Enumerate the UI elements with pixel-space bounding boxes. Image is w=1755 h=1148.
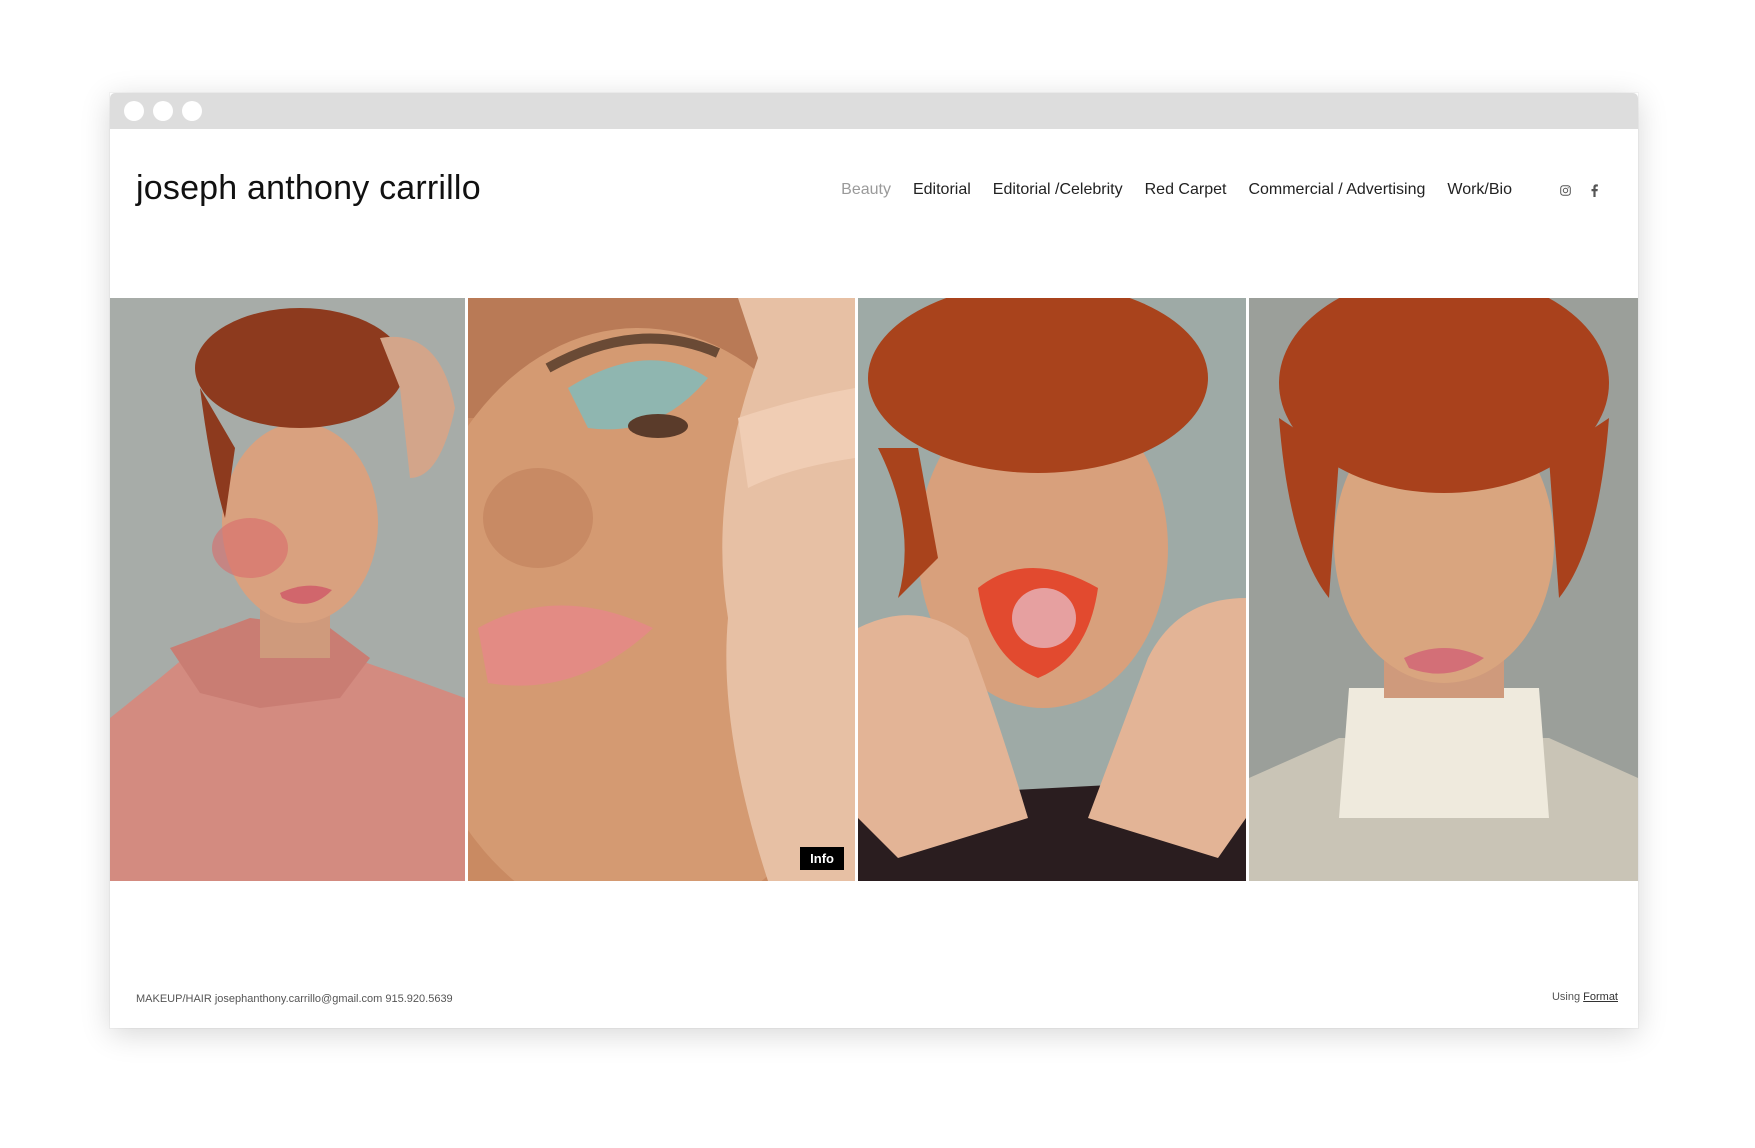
portrait-image bbox=[468, 298, 855, 881]
footer-using-label: Using bbox=[1551, 991, 1581, 1003]
nav-item-beauty[interactable]: Beauty bbox=[841, 181, 891, 199]
browser-titlebar bbox=[110, 93, 1638, 129]
browser-window: joseph anthony carrillo Beauty Editorial… bbox=[110, 93, 1638, 1028]
portrait-image bbox=[858, 298, 1246, 881]
instagram-icon[interactable] bbox=[1560, 184, 1571, 196]
window-close-dot[interactable] bbox=[124, 101, 144, 121]
site-title[interactable]: joseph anthony carrillo bbox=[136, 169, 481, 208]
social-links bbox=[1540, 183, 1598, 197]
gallery-photo-4[interactable] bbox=[1249, 298, 1638, 881]
gallery-photo-2[interactable]: Info bbox=[468, 298, 855, 881]
nav-item-commercial-advertising[interactable]: Commercial / Advertising bbox=[1248, 181, 1425, 199]
portrait-image bbox=[110, 298, 465, 881]
gallery-photo-1[interactable] bbox=[110, 298, 465, 881]
gallery-photo-3[interactable] bbox=[858, 298, 1246, 881]
main-nav: Beauty Editorial Editorial /Celebrity Re… bbox=[819, 181, 1598, 199]
facebook-icon[interactable] bbox=[1591, 183, 1598, 197]
nav-item-red-carpet[interactable]: Red Carpet bbox=[1145, 181, 1227, 199]
footer-contact: MAKEUP/HAIR josephanthony.carrillo@gmail… bbox=[136, 993, 453, 1005]
portrait-image bbox=[1249, 298, 1638, 881]
nav-item-editorial-celebrity[interactable]: Editorial /Celebrity bbox=[993, 181, 1123, 199]
nav-item-work-bio[interactable]: Work/Bio bbox=[1447, 181, 1512, 199]
footer-credit: Using Format bbox=[1552, 991, 1618, 1003]
window-maximize-dot[interactable] bbox=[182, 101, 202, 121]
info-button[interactable]: Info bbox=[800, 847, 844, 870]
window-minimize-dot[interactable] bbox=[153, 101, 173, 121]
photo-gallery: Info bbox=[110, 298, 1638, 881]
nav-item-editorial[interactable]: Editorial bbox=[913, 181, 971, 199]
format-link[interactable]: Format bbox=[1583, 991, 1618, 1003]
